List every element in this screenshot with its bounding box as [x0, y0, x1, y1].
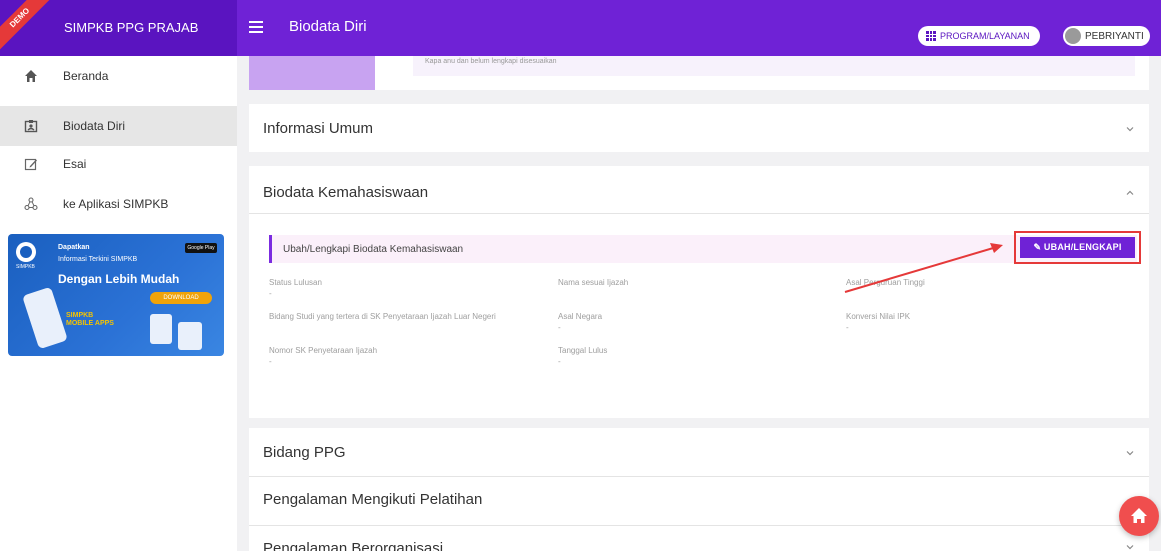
home-fab-button[interactable]	[1119, 496, 1159, 536]
annotation-arrow	[844, 243, 1003, 293]
home-icon	[1131, 508, 1147, 523]
